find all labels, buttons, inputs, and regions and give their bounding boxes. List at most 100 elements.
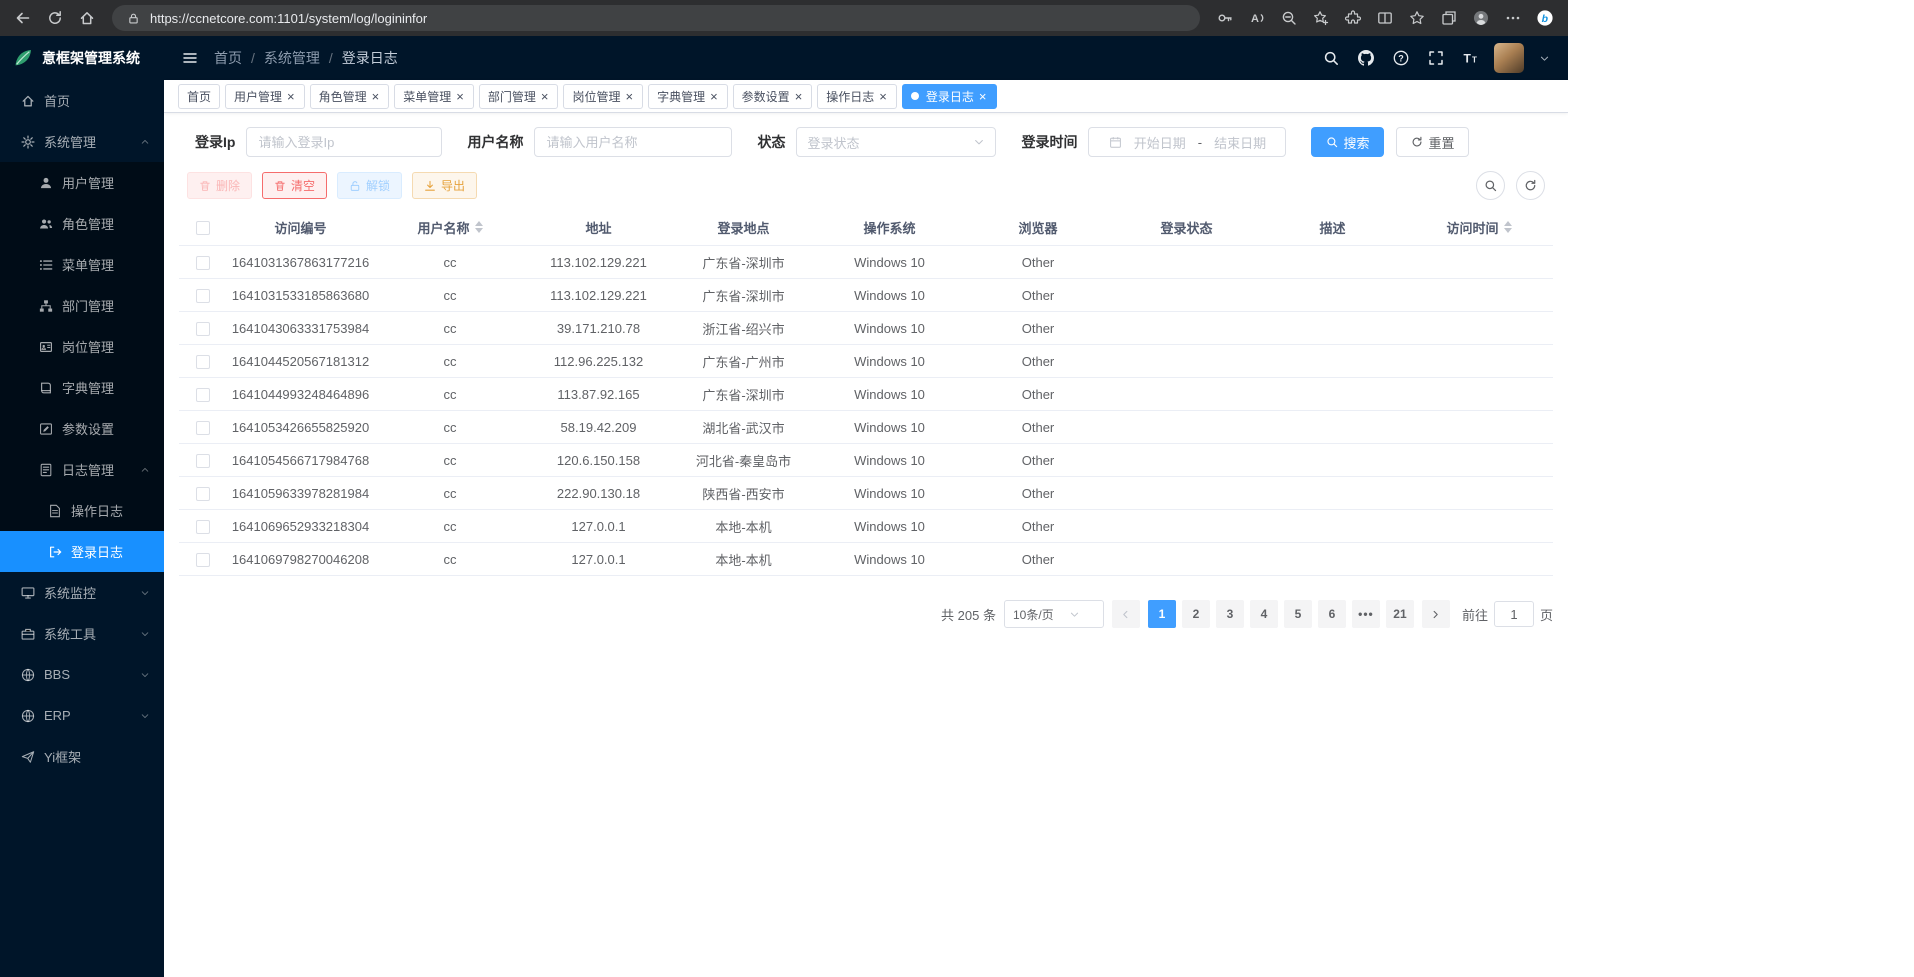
more-icon[interactable] bbox=[1498, 3, 1528, 33]
tab-role-management[interactable]: 角色管理× bbox=[310, 84, 390, 109]
fontsize-icon[interactable]: TT bbox=[1463, 50, 1479, 66]
sidebar-item-operation-log[interactable]: 操作日志 bbox=[0, 490, 164, 531]
sidebar-item-login-log[interactable]: 登录日志 bbox=[0, 531, 164, 572]
page-button-5[interactable]: 5 bbox=[1284, 600, 1312, 628]
export-button[interactable]: 导出 bbox=[412, 172, 477, 199]
page-size-select[interactable]: 10条/页 bbox=[1004, 600, 1104, 628]
sidebar-item-system-tools[interactable]: 系统工具 bbox=[0, 613, 164, 654]
toggle-search-button[interactable] bbox=[1476, 171, 1505, 200]
zoom-out-icon[interactable] bbox=[1274, 3, 1304, 33]
tab-menu-management[interactable]: 菜单管理× bbox=[394, 84, 474, 109]
sidebar-item-yi-framework[interactable]: Yi框架 bbox=[0, 736, 164, 777]
row-checkbox[interactable] bbox=[196, 553, 210, 567]
tab-post-management[interactable]: 岗位管理× bbox=[563, 84, 643, 109]
close-icon[interactable]: × bbox=[371, 90, 381, 103]
page-button-1[interactable]: 1 bbox=[1148, 600, 1176, 628]
row-checkbox[interactable] bbox=[196, 454, 210, 468]
sidebar-item-erp[interactable]: ERP bbox=[0, 695, 164, 736]
user-name-input[interactable] bbox=[534, 127, 732, 157]
prev-page-button[interactable] bbox=[1112, 600, 1140, 628]
sidebar-item-bbs[interactable]: BBS bbox=[0, 654, 164, 695]
row-checkbox[interactable] bbox=[196, 289, 210, 303]
avatar[interactable] bbox=[1494, 43, 1524, 73]
row-checkbox[interactable] bbox=[196, 487, 210, 501]
login-ip-input[interactable] bbox=[246, 127, 442, 157]
select-all-checkbox[interactable] bbox=[196, 221, 210, 235]
tab-user-management[interactable]: 用户管理× bbox=[225, 84, 305, 109]
search-button[interactable]: 搜索 bbox=[1311, 127, 1384, 157]
sidebar-item-home[interactable]: 首页 bbox=[0, 80, 164, 121]
row-checkbox[interactable] bbox=[196, 256, 210, 270]
page-button-3[interactable]: 3 bbox=[1216, 600, 1244, 628]
row-checkbox[interactable] bbox=[196, 520, 210, 534]
column-header-time[interactable]: 访问时间 bbox=[1405, 218, 1553, 237]
split-screen-icon[interactable] bbox=[1370, 3, 1400, 33]
collections-icon[interactable] bbox=[1434, 3, 1464, 33]
reset-button[interactable]: 重置 bbox=[1396, 127, 1469, 157]
sort-caret-icon[interactable] bbox=[1504, 221, 1512, 233]
close-icon[interactable]: × bbox=[878, 90, 888, 103]
page-button-2[interactable]: 2 bbox=[1182, 600, 1210, 628]
clear-button[interactable]: 清空 bbox=[262, 172, 327, 199]
sidebar-item-system-monitor[interactable]: 系统监控 bbox=[0, 572, 164, 613]
github-icon[interactable] bbox=[1358, 50, 1374, 66]
tab-dept-management[interactable]: 部门管理× bbox=[479, 84, 559, 109]
home-icon[interactable] bbox=[72, 3, 102, 33]
tab-operation-log[interactable]: 操作日志× bbox=[817, 84, 897, 109]
sidebar-item-menu-management[interactable]: 菜单管理 bbox=[0, 244, 164, 285]
delete-button[interactable]: 删除 bbox=[187, 172, 252, 199]
breadcrumb-item[interactable]: 首页 bbox=[214, 48, 242, 68]
close-icon[interactable]: × bbox=[624, 90, 634, 103]
sidebar-item-param-settings[interactable]: 参数设置 bbox=[0, 408, 164, 449]
date-range-picker[interactable]: 开始日期 - 结束日期 bbox=[1088, 127, 1286, 157]
question-icon[interactable]: ? bbox=[1393, 50, 1409, 66]
sidebar-item-dept-management[interactable]: 部门管理 bbox=[0, 285, 164, 326]
sidebar-item-dict-management[interactable]: 字典管理 bbox=[0, 367, 164, 408]
tab-home[interactable]: 首页 bbox=[178, 84, 220, 109]
tab-login-log[interactable]: 登录日志× bbox=[902, 84, 997, 109]
page-button-4[interactable]: 4 bbox=[1250, 600, 1278, 628]
close-icon[interactable]: × bbox=[709, 90, 719, 103]
page-button-6[interactable]: 6 bbox=[1318, 600, 1346, 628]
read-aloud-icon[interactable]: A bbox=[1242, 3, 1272, 33]
bing-icon[interactable]: b bbox=[1530, 3, 1560, 33]
tab-dict-management[interactable]: 字典管理× bbox=[648, 84, 728, 109]
sidebar-item-system-management[interactable]: 系统管理 bbox=[0, 121, 164, 162]
sidebar-item-role-management[interactable]: 角色管理 bbox=[0, 203, 164, 244]
page-jump-input[interactable] bbox=[1494, 601, 1534, 627]
row-checkbox[interactable] bbox=[196, 322, 210, 336]
back-icon[interactable] bbox=[8, 3, 38, 33]
chevron-down-icon[interactable] bbox=[1539, 53, 1550, 64]
lock-icon[interactable] bbox=[124, 9, 142, 27]
row-checkbox[interactable] bbox=[196, 388, 210, 402]
close-icon[interactable]: × bbox=[978, 90, 988, 103]
refresh-icon[interactable] bbox=[40, 3, 70, 33]
row-checkbox[interactable] bbox=[196, 421, 210, 435]
key-icon[interactable] bbox=[1210, 3, 1240, 33]
address-bar[interactable]: https://ccnetcore.com:1101/system/log/lo… bbox=[112, 5, 1200, 31]
tab-param-settings[interactable]: 参数设置× bbox=[733, 84, 813, 109]
row-checkbox[interactable] bbox=[196, 355, 210, 369]
page-more-button[interactable]: ••• bbox=[1352, 600, 1380, 628]
next-page-button[interactable] bbox=[1422, 600, 1450, 628]
close-icon[interactable]: × bbox=[286, 90, 296, 103]
page-button-21[interactable]: 21 bbox=[1386, 600, 1414, 628]
sidebar-item-user-management[interactable]: 用户管理 bbox=[0, 162, 164, 203]
extensions-icon[interactable] bbox=[1338, 3, 1368, 33]
column-header-user[interactable]: 用户名称 bbox=[374, 218, 526, 237]
unlock-button[interactable]: 解锁 bbox=[337, 172, 402, 199]
search-icon[interactable] bbox=[1323, 50, 1339, 66]
close-icon[interactable]: × bbox=[455, 90, 465, 103]
hamburger-icon[interactable] bbox=[182, 50, 198, 66]
refresh-table-button[interactable] bbox=[1516, 171, 1545, 200]
sidebar-item-post-management[interactable]: 岗位管理 bbox=[0, 326, 164, 367]
close-icon[interactable]: × bbox=[794, 90, 804, 103]
profile-icon[interactable] bbox=[1466, 3, 1496, 33]
close-icon[interactable]: × bbox=[540, 90, 550, 103]
breadcrumb-item[interactable]: 系统管理 bbox=[264, 48, 320, 68]
fullscreen-icon[interactable] bbox=[1428, 50, 1444, 66]
favorites-icon[interactable] bbox=[1402, 3, 1432, 33]
sidebar-item-log-management[interactable]: 日志管理 bbox=[0, 449, 164, 490]
status-select[interactable]: 登录状态 bbox=[796, 127, 996, 157]
sort-caret-icon[interactable] bbox=[475, 221, 483, 233]
